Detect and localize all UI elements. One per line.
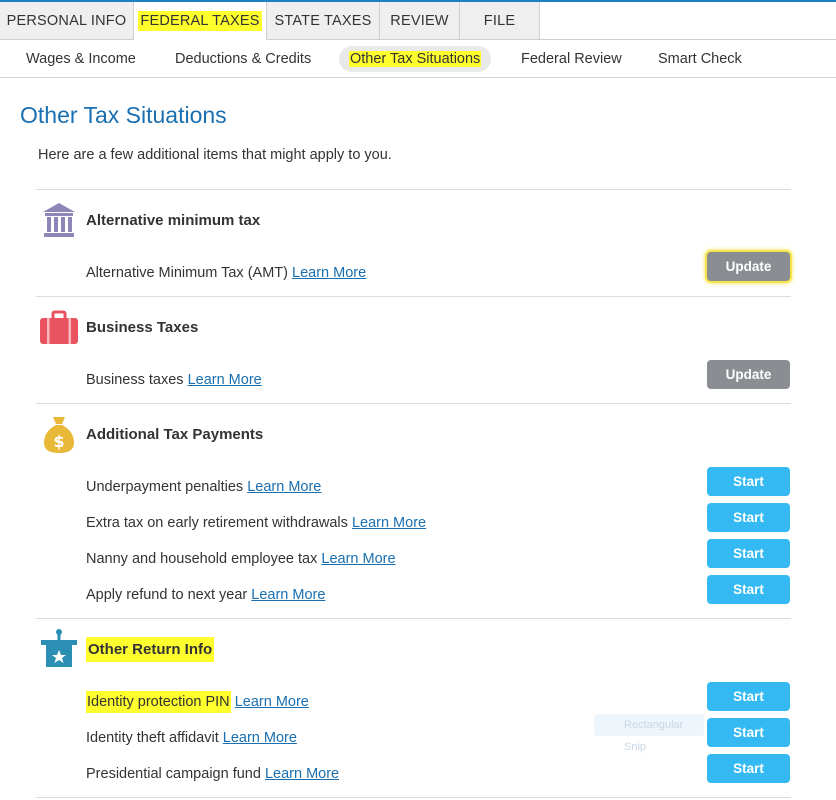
subnav-other-tax-situations-label: Other Tax Situations <box>349 51 482 67</box>
section-title-additional-payments: Additional Tax Payments <box>86 426 264 443</box>
learn-more-link[interactable]: Learn More <box>235 694 309 710</box>
page-title: Other Tax Situations <box>20 102 227 128</box>
learn-more-link[interactable]: Learn More <box>251 587 325 603</box>
tab-file[interactable]: FILE <box>460 2 540 40</box>
tab-personal-info[interactable]: PERSONAL INFO <box>0 2 134 40</box>
briefcase-icon <box>39 310 79 351</box>
start-apply-refund-button[interactable]: Start <box>707 575 790 604</box>
subnav-other-tax-situations[interactable]: Other Tax Situations <box>339 46 492 72</box>
start-underpayment-button[interactable]: Start <box>707 467 790 496</box>
subnav-smart-check[interactable]: Smart Check <box>658 49 742 69</box>
subnav-wages-income[interactable]: Wages & Income <box>26 49 136 69</box>
row-nanny-tax: Nanny and household employee tax Learn M… <box>86 551 396 567</box>
start-nanny-tax-button[interactable]: Start <box>707 539 790 568</box>
subnav-deductions-credits[interactable]: Deductions & Credits <box>175 49 311 69</box>
divider <box>36 403 791 404</box>
tab-review[interactable]: REVIEW <box>380 2 460 40</box>
learn-more-link[interactable]: Learn More <box>247 479 321 495</box>
start-identity-pin-button[interactable]: Start <box>707 682 790 711</box>
start-early-retirement-button[interactable]: Start <box>707 503 790 532</box>
learn-more-link[interactable]: Learn More <box>188 372 262 388</box>
money-bag-icon: $ <box>42 415 76 460</box>
ballot-box-icon <box>40 628 78 675</box>
learn-more-link[interactable]: Learn More <box>352 515 426 531</box>
row-identity-theft-affidavit: Identity theft affidavit Learn More <box>86 730 297 746</box>
divider <box>36 618 791 619</box>
top-tab-bar: PERSONAL INFO FEDERAL TAXES STATE TAXES … <box>0 0 836 40</box>
subnav-federal-review[interactable]: Federal Review <box>521 49 622 69</box>
row-underpayment-penalties: Underpayment penalties Learn More <box>86 479 322 495</box>
svg-text:$: $ <box>53 432 64 451</box>
section-title-business: Business Taxes <box>86 319 199 336</box>
row-apply-refund: Apply refund to next year Learn More <box>86 587 326 603</box>
learn-more-link[interactable]: Learn More <box>223 730 297 746</box>
bank-icon <box>41 201 77 244</box>
row-early-retirement: Extra tax on early retirement withdrawal… <box>86 515 427 531</box>
tab-state-taxes[interactable]: STATE TAXES <box>267 2 380 40</box>
page-intro: Here are a few additional items that mig… <box>38 147 392 163</box>
tab-federal-taxes-label: FEDERAL TAXES <box>138 11 262 31</box>
update-amt-button[interactable]: Update <box>707 252 790 281</box>
divider <box>36 797 791 798</box>
update-business-button[interactable]: Update <box>707 360 790 389</box>
row-amt: Alternative Minimum Tax (AMT) Learn More <box>86 265 367 281</box>
divider <box>36 296 791 297</box>
snip-tooltip: Rectangular Snip <box>594 714 704 753</box>
tab-federal-taxes[interactable]: FEDERAL TAXES <box>134 2 267 40</box>
learn-more-link[interactable]: Learn More <box>265 766 339 782</box>
learn-more-link[interactable]: Learn More <box>292 265 366 281</box>
learn-more-link[interactable]: Learn More <box>321 551 395 567</box>
sub-navigation: Wages & Income Deductions & Credits Othe… <box>0 40 836 78</box>
row-presidential-campaign-fund: Presidential campaign fund Learn More <box>86 766 340 782</box>
row-business-taxes: Business taxes Learn More <box>86 372 262 388</box>
divider <box>36 189 791 190</box>
row-identity-pin: Identity protection PIN Learn More <box>86 691 309 713</box>
section-title-other-return-info: Other Return Info <box>86 637 215 662</box>
start-campaign-fund-button[interactable]: Start <box>707 754 790 783</box>
start-identity-theft-button[interactable]: Start <box>707 718 790 747</box>
section-title-amt: Alternative minimum tax <box>86 212 261 229</box>
